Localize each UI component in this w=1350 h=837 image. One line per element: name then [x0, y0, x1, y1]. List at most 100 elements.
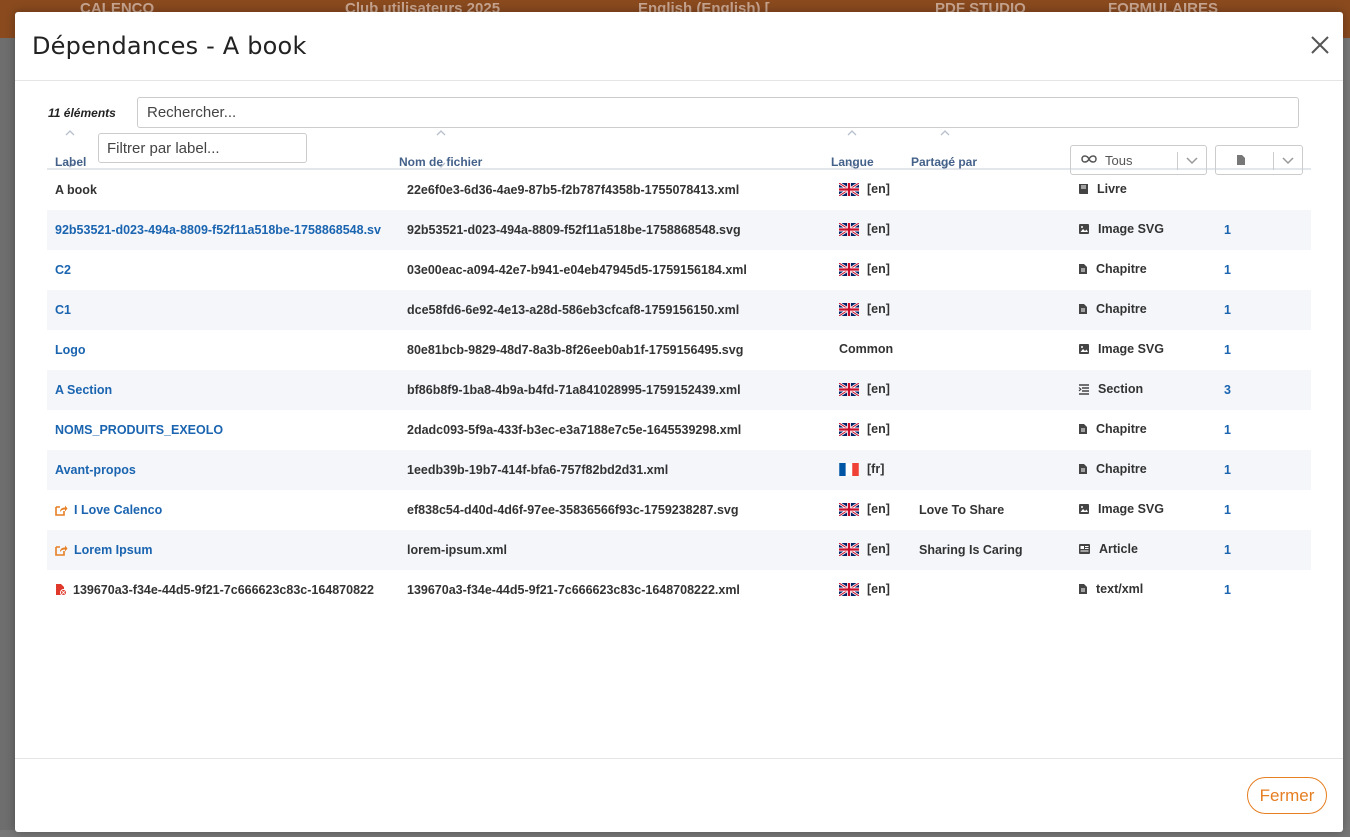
close-button[interactable]: Fermer	[1247, 777, 1327, 814]
document-icon	[1078, 263, 1088, 275]
row-usage-count[interactable]: 1	[1224, 543, 1254, 557]
image-icon	[1078, 343, 1090, 355]
row-file: dce58fd6-6e92-4e13-a28d-586eb3cfcaf8-175…	[407, 303, 740, 317]
table-row[interactable]: C2 03e00eac-a094-42e7-b941-e04eb47945d5-1…	[47, 250, 1311, 290]
column-file[interactable]: Nom de fichier	[399, 155, 482, 169]
table-row[interactable]: NOMS_PRODUITS_EXEOLO 2dadc093-5f9a-433f-b…	[47, 410, 1311, 450]
flag-gb-icon	[839, 422, 859, 436]
row-shared-by: Love To Share	[919, 503, 1005, 517]
infinity-icon	[1081, 155, 1097, 163]
row-usage-count[interactable]: 1	[1224, 263, 1254, 277]
app-sidebar	[0, 38, 15, 837]
row-lang-text: [en]	[867, 582, 890, 596]
row-lang: [en]	[839, 222, 919, 236]
row-type: Chapitre	[1078, 262, 1228, 276]
row-label[interactable]: C1	[55, 303, 399, 317]
row-type: Article	[1078, 542, 1228, 556]
table-row[interactable]: A book 22e6f0e3-6d36-4ae9-87b5-f2b787f435…	[47, 170, 1311, 210]
row-shared-by: Sharing Is Caring	[919, 543, 1023, 557]
row-label[interactable]: Logo	[55, 343, 399, 357]
row-label[interactable]: A Section	[55, 383, 399, 397]
table-row[interactable]: 139670a3-f34e-44d5-9f21-7c666623c83c-164…	[47, 570, 1311, 610]
row-label[interactable]: 92b53521-d023-494a-8809-f52f11a518be-175…	[55, 223, 399, 237]
app-pdf-studio-link: PDF STUDIO	[935, 0, 1026, 12]
row-type-text: Chapitre	[1096, 302, 1147, 316]
app-forms-link: FORMULAIRES	[1108, 0, 1218, 12]
table-row[interactable]: A Section bf86b8f9-1ba8-4b9a-b4fd-71a8410…	[47, 370, 1311, 410]
row-type-text: Chapitre	[1096, 262, 1147, 276]
missing-file-icon	[55, 583, 67, 599]
dependencies-dialog: Dépendances - A book 11 éléments Label N…	[15, 12, 1343, 832]
table-row[interactable]: Avant-propos 1eedb39b-19b7-414f-bfa6-757f…	[47, 450, 1311, 490]
row-usage-count[interactable]: 1	[1224, 583, 1254, 597]
row-type-text: Section	[1098, 382, 1144, 396]
row-lang-text: Common	[839, 342, 894, 356]
row-label[interactable]: I Love Calenco	[55, 503, 399, 519]
row-file: 92b53521-d023-494a-8809-f52f11a518be-175…	[407, 223, 741, 237]
row-file: 03e00eac-a094-42e7-b941-e04eb47945d5-175…	[407, 263, 747, 277]
row-lang-text: [en]	[867, 422, 890, 436]
row-label[interactable]: C2	[55, 263, 399, 277]
row-usage-count[interactable]: 1	[1224, 223, 1254, 237]
row-label: A book	[55, 183, 399, 197]
row-label-text: C2	[55, 263, 71, 277]
row-type-text: Article	[1099, 542, 1138, 556]
row-label[interactable]: Lorem Ipsum	[55, 543, 399, 559]
row-label-text: I Love Calenco	[74, 503, 163, 517]
flag-gb-icon	[839, 502, 859, 516]
row-label[interactable]: Avant-propos	[55, 463, 399, 477]
column-label[interactable]: Label	[55, 155, 86, 169]
row-lang: [en]	[839, 502, 919, 516]
type-filter-value: Tous	[1105, 153, 1133, 168]
row-usage-count[interactable]: 3	[1224, 383, 1254, 397]
row-type: Image SVG	[1078, 342, 1228, 356]
row-type: Chapitre	[1078, 302, 1228, 316]
row-type-text: text/xml	[1096, 582, 1144, 596]
flag-fr-icon	[839, 462, 859, 476]
row-usage-count[interactable]: 1	[1224, 463, 1254, 477]
row-file: ef838c54-d40d-4d6f-97ee-35836566f93c-175…	[407, 503, 739, 517]
row-lang: [en]	[839, 542, 919, 556]
row-lang: [en]	[839, 262, 919, 276]
select-divider	[1177, 152, 1178, 170]
image-icon	[1078, 223, 1090, 235]
search-input[interactable]	[137, 97, 1299, 128]
file-icon	[1237, 155, 1245, 165]
column-lang[interactable]: Langue	[831, 155, 874, 169]
row-lang: [en]	[839, 582, 919, 596]
row-label-text: C1	[55, 303, 71, 317]
row-type-text: Image SVG	[1098, 502, 1164, 516]
column-shared[interactable]: Partagé par	[911, 155, 977, 169]
row-file: lorem-ipsum.xml	[407, 543, 508, 557]
row-lang: [en]	[839, 302, 919, 316]
row-lang-text: [en]	[867, 542, 890, 556]
row-label-text: NOMS_PRODUITS_EXEOLO	[55, 423, 224, 437]
table-row[interactable]: 92b53521-d023-494a-8809-f52f11a518be-175…	[47, 210, 1311, 250]
table-row[interactable]: Lorem Ipsum lorem-ipsum.xml [en] Sharing Is…	[47, 530, 1311, 570]
row-type-text: Image SVG	[1098, 222, 1164, 236]
row-usage-count[interactable]: 1	[1224, 503, 1254, 517]
document-icon	[1078, 303, 1088, 315]
app-logo-text: CALENCO	[80, 0, 155, 12]
row-type-text: Chapitre	[1096, 422, 1147, 436]
row-lang-text: [en]	[867, 222, 890, 236]
row-file: 139670a3-f34e-44d5-9f21-7c666623c83c-164…	[407, 583, 740, 597]
table-row[interactable]: Logo 80e81bcb-9829-48d7-8a3b-8f26eeb0ab1f…	[47, 330, 1311, 370]
row-label-text: Logo	[55, 343, 86, 357]
table-row[interactable]: C1 dce58fd6-6e92-4e13-a28d-586eb3cfcaf8-1…	[47, 290, 1311, 330]
row-type: Image SVG	[1078, 502, 1228, 516]
row-usage-count[interactable]: 1	[1224, 303, 1254, 317]
app-language-selector: English (English) [	[638, 0, 770, 12]
row-label[interactable]: NOMS_PRODUITS_EXEOLO	[55, 423, 399, 437]
label-filter-input[interactable]	[98, 133, 307, 163]
share-icon	[55, 504, 68, 519]
chevron-down-icon	[1282, 157, 1294, 165]
table-row[interactable]: I Love Calenco ef838c54-d40d-4d6f-97ee-35…	[47, 490, 1311, 530]
row-file: 80e81bcb-9829-48d7-8a3b-8f26eeb0ab1f-175…	[407, 343, 744, 357]
book-icon	[1078, 183, 1089, 195]
row-usage-count[interactable]: 1	[1224, 423, 1254, 437]
row-file: 1eedb39b-19b7-414f-bfa6-757f82bd2d31.xml	[407, 463, 669, 477]
row-file: bf86b8f9-1ba8-4b9a-b4fd-71a841028995-175…	[407, 383, 741, 397]
close-icon[interactable]	[1309, 34, 1331, 56]
row-usage-count[interactable]: 1	[1224, 343, 1254, 357]
